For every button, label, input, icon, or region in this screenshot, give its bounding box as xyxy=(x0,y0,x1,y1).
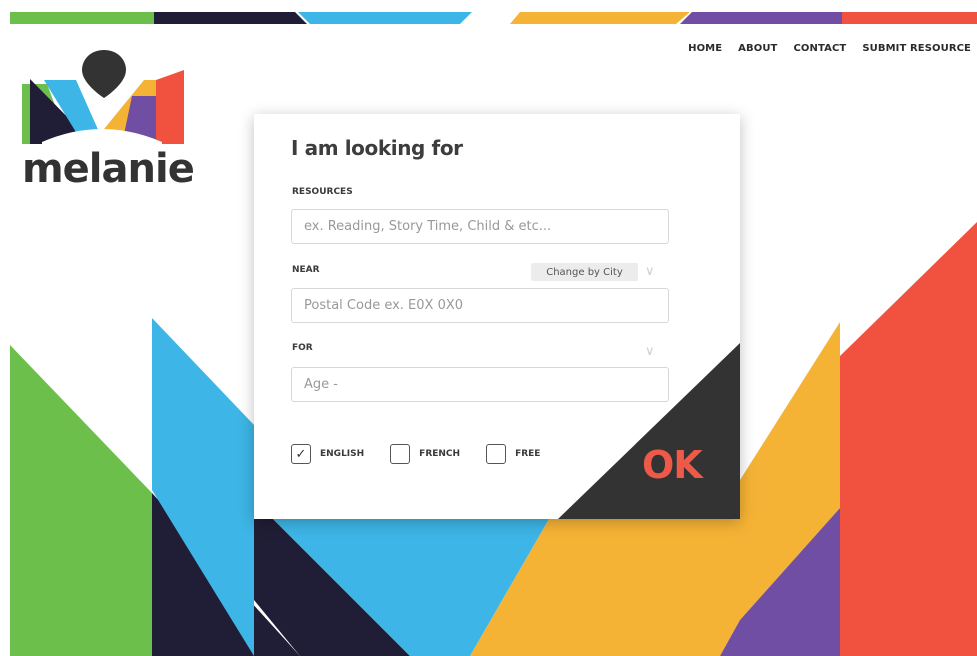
nav-item-submit-resource[interactable]: SUBMIT RESOURCE xyxy=(862,43,971,54)
top-nav: HOME ABOUT CONTACT SUBMIT RESOURCE xyxy=(688,43,971,54)
check-icon: ✓ xyxy=(295,446,307,462)
logo-wordmark: melanie xyxy=(22,146,195,192)
search-card: I am looking for RESOURCES NEAR Change b… xyxy=(254,114,740,519)
language-options: ✓ ENGLISH FRENCH FREE xyxy=(291,444,566,464)
free-label: FREE xyxy=(515,449,541,459)
ok-button[interactable]: OK xyxy=(558,343,740,519)
resources-input[interactable] xyxy=(291,209,669,244)
logo-mark xyxy=(22,50,184,146)
english-checkbox[interactable]: ✓ xyxy=(291,444,311,464)
nav-item-home[interactable]: HOME xyxy=(688,43,722,54)
change-by-city-button[interactable]: Change by City xyxy=(531,263,638,281)
french-option[interactable]: FRENCH xyxy=(390,444,460,464)
nav-item-about[interactable]: ABOUT xyxy=(738,43,777,54)
french-label: FRENCH xyxy=(419,449,461,459)
near-label: NEAR xyxy=(292,265,320,275)
search-title: I am looking for xyxy=(291,136,463,160)
english-option[interactable]: ✓ ENGLISH xyxy=(291,444,364,464)
age-select-value: Age - xyxy=(304,377,338,392)
ok-label: OK xyxy=(642,443,703,487)
resources-label: RESOURCES xyxy=(292,187,353,197)
nav-item-contact[interactable]: CONTACT xyxy=(793,43,846,54)
ok-corner-shape xyxy=(558,343,740,519)
chevron-down-icon[interactable]: ∨ xyxy=(645,265,655,278)
brand-logo[interactable]: melanie xyxy=(18,46,195,196)
for-label: FOR xyxy=(292,343,313,353)
free-option[interactable]: FREE xyxy=(486,444,540,464)
free-checkbox[interactable] xyxy=(486,444,507,464)
english-label: ENGLISH xyxy=(320,449,365,459)
postal-code-input[interactable] xyxy=(291,288,669,323)
french-checkbox[interactable] xyxy=(390,444,411,464)
